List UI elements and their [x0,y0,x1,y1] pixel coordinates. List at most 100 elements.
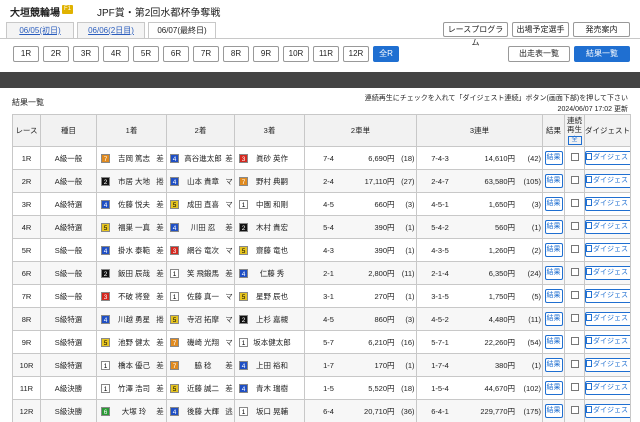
race-button-1r[interactable]: 1R [13,46,39,62]
player-name[interactable]: 不破 将登 [112,291,156,302]
digest-button[interactable]: ダイジェスト [585,335,630,349]
player-name[interactable]: 竹澤 浩司 [112,383,156,394]
player-name[interactable]: 吉岡 篤志 [112,153,156,164]
cont-play-checkbox[interactable] [570,406,579,414]
race-button-6r[interactable]: 6R [163,46,189,62]
results-list-button[interactable]: 結果一覧 [574,46,630,62]
player-name[interactable]: 寺沼 拓摩 [181,314,225,325]
player-name[interactable]: 坂口 晃輔 [250,406,294,417]
digest-button[interactable]: ダイジェスト [585,381,630,395]
player-name[interactable]: 中園 和剛 [250,199,294,210]
cont-play-checkbox[interactable] [570,314,579,322]
tab-day-1[interactable]: 06/05(初日) [6,22,74,38]
cont-play-checkbox[interactable] [570,176,579,184]
player-name[interactable]: 眞砂 英作 [250,153,294,164]
result-button[interactable]: 結果 [544,220,563,234]
player-name[interactable]: 川田 忍 [181,222,225,233]
result-button[interactable]: 結果 [544,266,563,280]
exacta-combo: 2-4 [323,176,334,186]
player-name[interactable]: 山本 貴章 [181,176,225,187]
player-name[interactable]: 星野 辰也 [250,291,294,302]
digest-button[interactable]: ダイジェスト [585,266,630,280]
player-name[interactable]: 佐藤 悦夫 [112,199,156,210]
result-button[interactable]: 結果 [544,197,563,211]
digest-label: ダイジェスト [593,338,630,345]
result-button[interactable]: 結果 [544,312,563,326]
race-button-8r[interactable]: 8R [223,46,249,62]
race-button-3r[interactable]: 3R [73,46,99,62]
cont-play-checkbox[interactable] [570,153,579,161]
player-name[interactable]: 上杉 嘉槻 [250,314,294,325]
sales-info-button[interactable]: 発売案内 [573,22,630,37]
digest-button[interactable]: ダイジェスト [585,312,630,326]
race-button-all[interactable]: 全R [373,46,399,62]
tab-day-3[interactable]: 06/07(最終日) [148,22,216,38]
player-name[interactable]: 佐藤 真一 [181,291,225,302]
digest-button[interactable]: ダイジェスト [585,151,630,165]
player-name[interactable]: 橋本 優己 [112,360,156,371]
player-name[interactable]: 福巣 一真 [112,222,156,233]
race-number: 3R [12,192,41,216]
select-all-button[interactable]: 全 [567,136,582,145]
cont-play-checkbox[interactable] [570,337,579,345]
player-name[interactable]: 後藤 大輝 [181,406,225,417]
player-name[interactable]: 網谷 竜次 [181,245,225,256]
player-name[interactable]: 高谷進太郎 [181,153,225,164]
player-name[interactable]: 木村 貴宏 [250,222,294,233]
player-name[interactable]: 坂本健太郎 [250,337,294,348]
cont-play-checkbox[interactable] [570,222,579,230]
result-button[interactable]: 結果 [544,404,563,418]
player-name[interactable]: 齋藤 竜也 [250,245,294,256]
player-name[interactable]: 仁藤 秀 [250,268,294,279]
digest-button[interactable]: ダイジェスト [585,243,630,257]
race-button-9r[interactable]: 9R [253,46,279,62]
digest-button[interactable]: ダイジェスト [585,404,630,418]
race-button-2r[interactable]: 2R [43,46,69,62]
result-button[interactable]: 結果 [544,381,563,395]
player-name[interactable]: 飯田 辰哉 [112,268,156,279]
result-button[interactable]: 結果 [544,335,563,349]
entry-players-button[interactable]: 出場予定選手 [512,22,569,37]
digest-button[interactable]: ダイジェスト [585,289,630,303]
player-name[interactable]: 近藤 誠二 [181,383,225,394]
race-button-12r[interactable]: 12R [343,46,369,62]
race-button-11r[interactable]: 11R [313,46,339,62]
player-name[interactable]: 脇 稔 [181,360,225,371]
digest-button[interactable]: ダイジェスト [585,358,630,372]
result-button[interactable]: 結果 [544,174,563,188]
result-button[interactable]: 結果 [544,358,563,372]
player-name[interactable]: 笑 飛鍛馬 [181,268,225,279]
digest-button[interactable]: ダイジェスト [585,174,630,188]
player-name[interactable]: 大塚 玲 [112,406,156,417]
player-name[interactable]: 池野 健太 [112,337,156,348]
player-name[interactable]: 川越 勇星 [112,314,156,325]
tab-day-2[interactable]: 06/06(2日目) [77,22,145,38]
cont-play-checkbox[interactable] [570,268,579,276]
player-name[interactable]: 青木 瑞樹 [250,383,294,394]
result-button[interactable]: 結果 [544,289,563,303]
entries-list-button[interactable]: 出走表一覧 [508,46,570,62]
cont-play-cell [564,376,585,400]
digest-button[interactable]: ダイジェスト [585,220,630,234]
player-name[interactable]: 上田 裕和 [250,360,294,371]
cont-play-checkbox[interactable] [570,360,579,368]
player-name[interactable]: 掛水 泰範 [112,245,156,256]
race-button-10r[interactable]: 10R [283,46,309,62]
player-name[interactable]: 市居 大地 [112,176,156,187]
result-button[interactable]: 結果 [544,151,563,165]
digest-button[interactable]: ダイジェスト [585,197,630,211]
race-program-button[interactable]: レースプログラム [443,22,508,47]
cont-play-checkbox[interactable] [570,383,579,391]
table-row: 12R S級決勝 6 大塚 玲差 4 後藤 大輝逃 1 坂口 晃輔 6-4 20,710円 (36)… [12,399,631,422]
race-button-4r[interactable]: 4R [103,46,129,62]
cont-play-checkbox[interactable] [570,245,579,253]
player-name[interactable]: 野村 典嗣 [250,176,294,187]
race-button-5r[interactable]: 5R [133,46,159,62]
cont-play-checkbox[interactable] [570,199,579,207]
place-p2-cell: 4 川田 忍差 [166,215,235,239]
result-button[interactable]: 結果 [544,243,563,257]
player-name[interactable]: 磯崎 光翔 [181,337,225,348]
cont-play-checkbox[interactable] [570,291,579,299]
race-button-7r[interactable]: 7R [193,46,219,62]
player-name[interactable]: 成田 直喜 [181,199,225,210]
